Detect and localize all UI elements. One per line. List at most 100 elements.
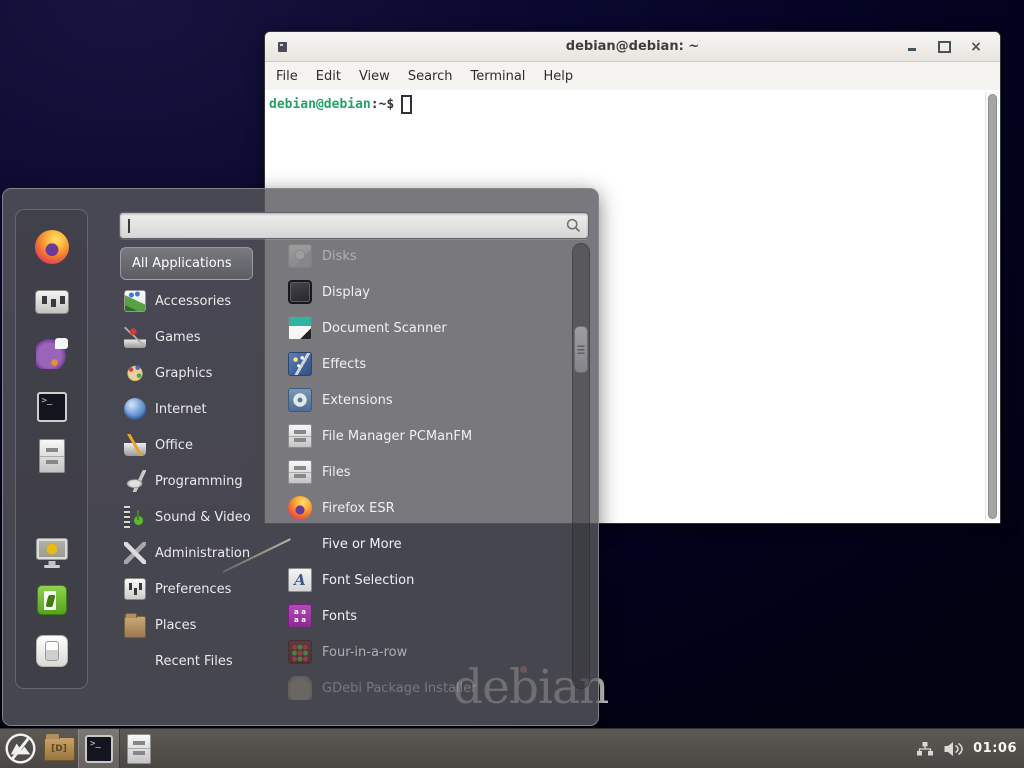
menu-scrollbar-thumb[interactable] <box>574 326 588 373</box>
category-accessories[interactable]: Accessories <box>120 283 285 319</box>
effects-icon <box>288 352 312 376</box>
taskbar-files[interactable] <box>120 729 158 768</box>
menu-terminal[interactable]: Terminal <box>461 69 534 84</box>
prompt-suffix: :~$ <box>371 97 394 112</box>
office-icon <box>124 434 146 456</box>
category-games[interactable]: Games <box>120 319 285 355</box>
lock-screen-button[interactable] <box>34 531 70 567</box>
logout-button[interactable] <box>34 582 70 618</box>
category-all-applications[interactable]: All Applications <box>120 247 253 280</box>
category-graphics[interactable]: Graphics <box>120 355 285 391</box>
display-icon <box>288 280 312 304</box>
category-recent-files[interactable]: Recent Files <box>120 643 285 679</box>
app-effects[interactable]: Effects <box>288 346 477 382</box>
five-or-more-icon <box>288 532 312 556</box>
text-cursor <box>401 95 412 114</box>
favorite-firefox[interactable] <box>34 229 70 265</box>
category-places[interactable]: Places <box>120 607 285 643</box>
file-cabinet-icon <box>127 734 151 764</box>
app-fonts[interactable]: a a a aFonts <box>288 598 477 634</box>
category-office[interactable]: Office <box>120 427 285 463</box>
window-menu-icon[interactable] <box>278 42 287 52</box>
favorite-control-center[interactable] <box>34 284 70 320</box>
file-cabinet-icon <box>288 460 312 484</box>
window-title: debian@debian: ~ <box>265 39 1000 54</box>
application-list: Disks Display Document Scanner Effects E… <box>288 238 477 706</box>
lock-screen-icon <box>36 538 68 560</box>
taskbar: [D] >_ 01:06 <box>0 728 1024 768</box>
category-programming[interactable]: Programming <box>120 463 285 499</box>
category-list: All Applications Accessories Games Graph… <box>120 247 285 679</box>
fonts-icon: a a a a <box>288 604 312 628</box>
app-files[interactable]: Files <box>288 454 477 490</box>
system-tray: 01:06 <box>916 741 1024 757</box>
games-icon <box>124 326 146 348</box>
firefox-icon <box>288 496 312 520</box>
app-document-scanner[interactable]: Document Scanner <box>288 310 477 346</box>
category-preferences[interactable]: Preferences <box>120 571 285 607</box>
terminal-scrollbar[interactable] <box>985 92 999 521</box>
menu-view[interactable]: View <box>350 69 399 84</box>
pcmanfm-folder-icon: [D] <box>44 737 75 761</box>
application-menu: >_ All Applications Accessories Games Gr… <box>2 188 599 726</box>
category-internet[interactable]: Internet <box>120 391 285 427</box>
app-four-in-a-row[interactable]: Four-in-a-row <box>288 634 477 670</box>
shell-prompt: debian@debian:~$ <box>269 95 412 114</box>
app-font-selection[interactable]: AFont Selection <box>288 562 477 598</box>
screen: debian debian@debian: ~ × File Edit View… <box>0 0 1024 768</box>
graphics-icon <box>124 362 146 384</box>
logout-icon <box>37 585 67 615</box>
maximize-button[interactable] <box>935 38 953 56</box>
clock[interactable]: 01:06 <box>973 741 1017 756</box>
taskbar-terminal-active[interactable]: >_ <box>78 729 120 768</box>
accessories-icon <box>124 290 146 312</box>
extensions-icon <box>288 388 312 412</box>
favorite-terminal[interactable]: >_ <box>34 389 70 425</box>
menu-help[interactable]: Help <box>534 69 582 84</box>
administration-icon <box>124 542 146 564</box>
file-cabinet-icon <box>39 439 65 473</box>
four-in-a-row-icon <box>288 640 312 664</box>
shutdown-button[interactable] <box>34 633 70 669</box>
search-input[interactable] <box>119 212 589 239</box>
favorite-pidgin[interactable] <box>34 335 70 371</box>
terminal-titlebar[interactable]: debian@debian: ~ × <box>265 32 1000 62</box>
menu-file[interactable]: File <box>267 69 307 84</box>
pidgin-icon <box>36 337 68 369</box>
close-button[interactable]: × <box>967 38 985 56</box>
app-display[interactable]: Display <box>288 274 477 310</box>
font-selection-icon: A <box>288 568 312 592</box>
app-five-or-more[interactable]: Five or More <box>288 526 477 562</box>
menu-scrollbar[interactable] <box>572 243 590 689</box>
internet-icon <box>124 398 146 420</box>
shutdown-icon <box>36 635 68 667</box>
favorite-files[interactable] <box>34 438 70 474</box>
places-icon <box>124 616 146 638</box>
terminal-icon: >_ <box>37 392 67 422</box>
menu-edit[interactable]: Edit <box>307 69 350 84</box>
menu-search[interactable]: Search <box>399 69 462 84</box>
sound-video-icon <box>124 506 146 528</box>
terminal-menubar: File Edit View Search Terminal Help <box>265 62 1000 90</box>
app-gdebi-package-installer[interactable]: GDebi Package Installer <box>288 670 477 706</box>
network-icon[interactable] <box>916 741 934 757</box>
file-cabinet-icon <box>288 424 312 448</box>
menu-button[interactable] <box>0 729 40 768</box>
category-sound-video[interactable]: Sound & Video <box>120 499 285 535</box>
favorites-panel: >_ <box>15 209 88 689</box>
app-disks[interactable]: Disks <box>288 238 477 274</box>
control-center-icon <box>35 290 69 314</box>
taskbar-file-manager-pcmanfm[interactable]: [D] <box>40 729 78 768</box>
programming-icon <box>124 470 146 492</box>
app-firefox-esr[interactable]: Firefox ESR <box>288 490 477 526</box>
app-file-manager-pcmanfm[interactable]: File Manager PCManFM <box>288 418 477 454</box>
volume-icon[interactable] <box>943 741 964 757</box>
preferences-icon <box>124 578 146 600</box>
minimize-button[interactable] <box>903 38 921 56</box>
disks-icon <box>288 244 312 268</box>
firefox-icon <box>35 230 69 264</box>
app-extensions[interactable]: Extensions <box>288 382 477 418</box>
package-installer-icon <box>288 676 312 700</box>
search-icon <box>566 218 581 233</box>
scrollbar-thumb[interactable] <box>988 94 997 519</box>
